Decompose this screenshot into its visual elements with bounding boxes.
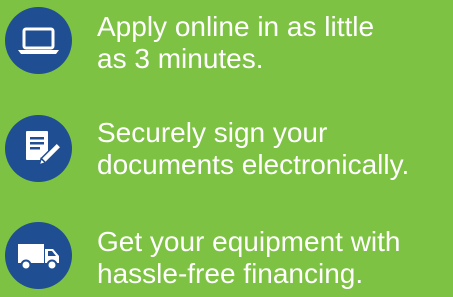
delivery-truck-icon bbox=[5, 222, 72, 289]
step-text: Get your equipment with hassle-free fina… bbox=[97, 226, 449, 290]
document-pen-icon bbox=[5, 115, 72, 182]
step-text: Apply online in as little as 3 minutes. bbox=[97, 11, 449, 75]
laptop-icon bbox=[5, 7, 72, 74]
step-text-line: Apply online in as little bbox=[97, 11, 375, 42]
step-text-line: Securely sign your bbox=[97, 117, 328, 148]
step-text-line: documents electronically. bbox=[97, 149, 410, 180]
step-text-line: hassle-free financing. bbox=[97, 258, 364, 289]
step-text-line: as 3 minutes. bbox=[97, 43, 264, 74]
step-text: Securely sign your documents electronica… bbox=[97, 117, 449, 181]
step-text-line: Get your equipment with bbox=[97, 226, 401, 257]
